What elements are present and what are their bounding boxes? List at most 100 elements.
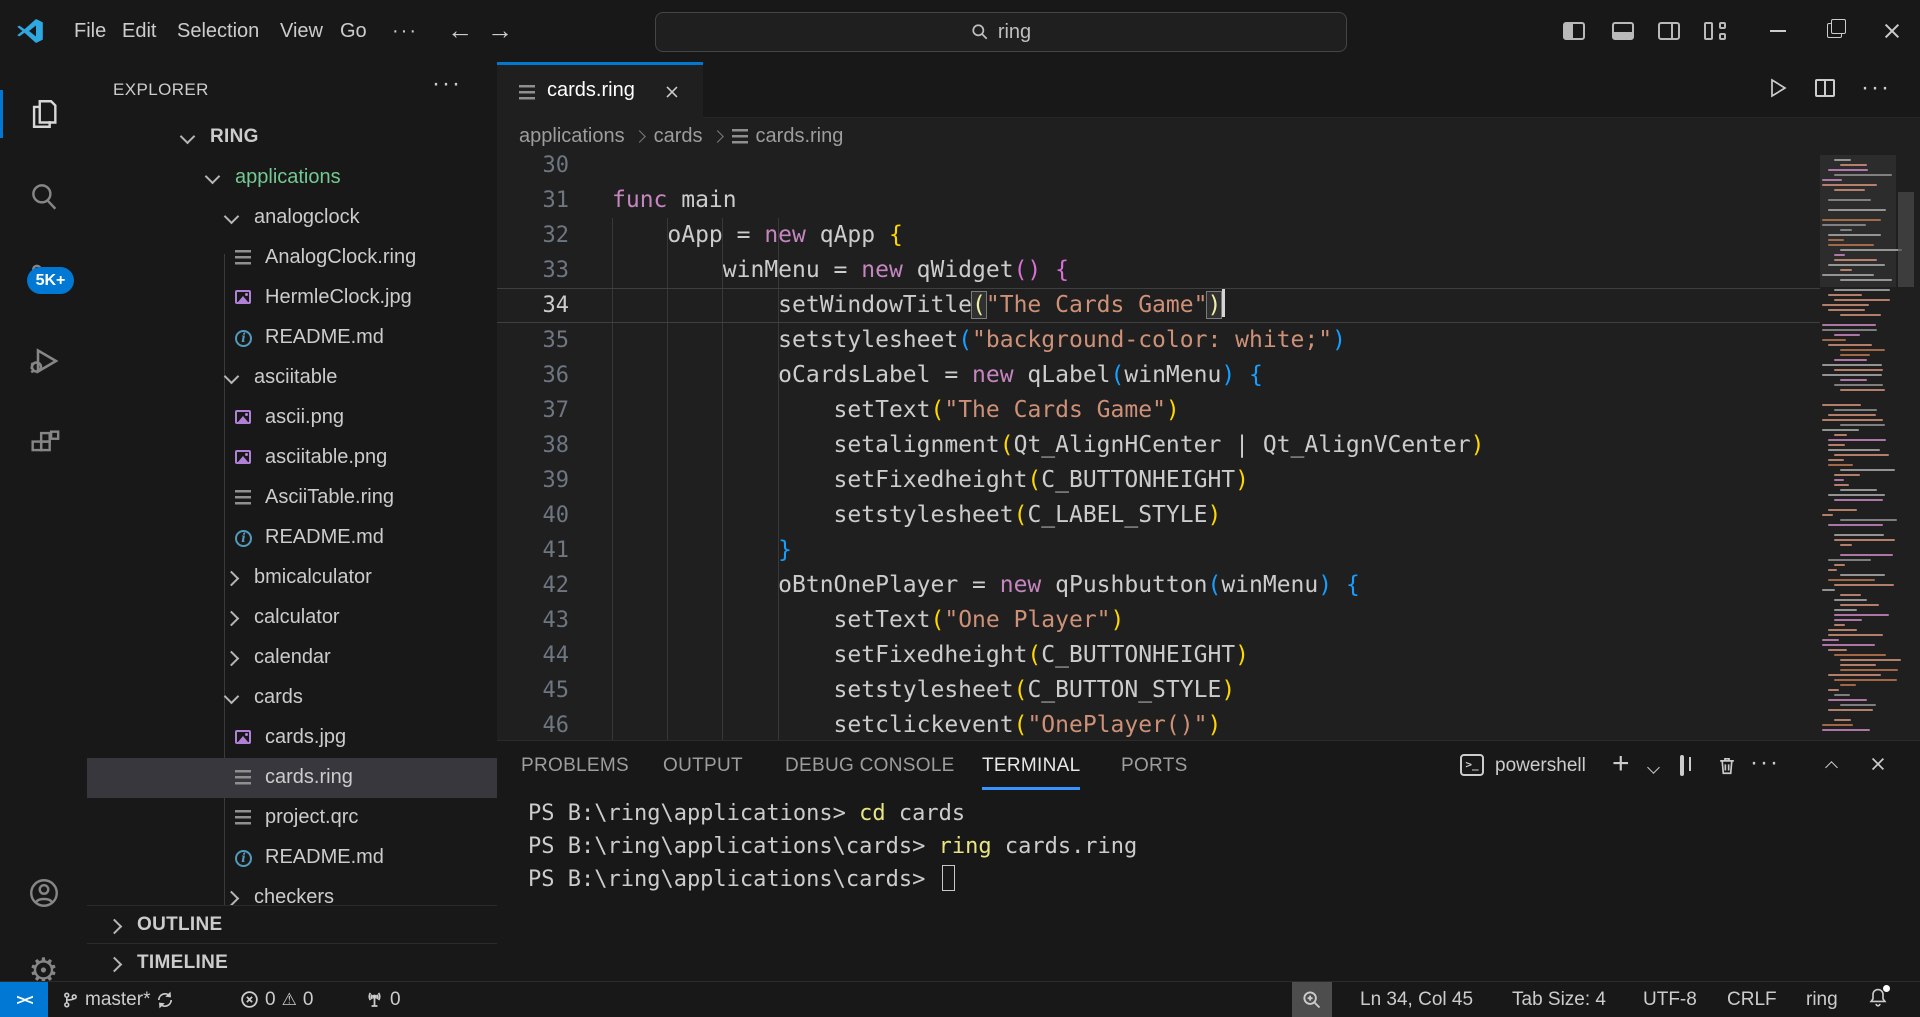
new-terminal-icon[interactable]: +	[1612, 747, 1630, 781]
eol-status[interactable]: CRLF	[1727, 982, 1777, 1017]
outline-section-header[interactable]: OUTLINE	[87, 905, 497, 944]
notifications-bell[interactable]	[1868, 982, 1888, 1017]
code-line: setFixedheight(C_BUTTONHEIGHT)	[612, 463, 1249, 498]
folder-item-calendar[interactable]: calendar	[87, 638, 497, 678]
menu-more-icon[interactable]: ···	[378, 0, 432, 62]
toggle-panel-icon[interactable]	[1612, 22, 1634, 40]
encoding-status[interactable]: UTF-8	[1643, 982, 1697, 1017]
folder-item-calculator[interactable]: calculator	[87, 598, 497, 638]
minimap-code-line	[1828, 699, 1867, 701]
panel-tab-output[interactable]: OUTPUT	[663, 755, 743, 777]
split-terminal-icon[interactable]	[1680, 755, 1684, 776]
indentation-status[interactable]: Tab Size: 4	[1512, 982, 1606, 1017]
kill-terminal-trash-icon[interactable]	[1716, 753, 1738, 777]
file-item-cards-jpg[interactable]: cards.jpg	[87, 718, 497, 758]
minimize-button[interactable]	[1750, 0, 1806, 61]
minimap-code-line	[1822, 274, 1874, 276]
file-item-asciitable-ring[interactable]: AsciiTable.ring	[87, 478, 497, 518]
explorer-more-actions-icon[interactable]: ···	[432, 70, 462, 98]
toggle-secondary-sidebar-icon[interactable]	[1658, 22, 1680, 40]
sidebar-item-search[interactable]	[0, 155, 87, 237]
file-item-hermleclock-jpg[interactable]: HermleClock.jpg	[87, 278, 497, 318]
close-panel-icon[interactable]	[1870, 756, 1885, 771]
command-center-search[interactable]: ring	[655, 12, 1347, 52]
tab-cards-ring[interactable]: cards.ring	[497, 62, 703, 118]
file-item-readme-md[interactable]: README.md	[87, 518, 497, 558]
file-item-project-qrc[interactable]: project.qrc	[87, 798, 497, 838]
active-panel-tab-underline	[982, 787, 1080, 790]
panel-more-actions-icon[interactable]: ···	[1750, 749, 1780, 777]
file-item-analogclock-ring[interactable]: AnalogClock.ring	[87, 238, 497, 278]
file-item-ascii-png[interactable]: ascii.png	[87, 398, 497, 438]
code-line: }	[612, 533, 792, 568]
line-number: 41	[497, 533, 569, 568]
file-item-readme-md[interactable]: README.md	[87, 318, 497, 358]
breadcrumb-item[interactable]: cards	[654, 125, 703, 148]
chevron-right-icon	[107, 919, 123, 935]
customize-layout-icon[interactable]	[1704, 22, 1726, 40]
run-file-icon[interactable]	[1765, 76, 1789, 100]
folder-item-ring[interactable]: RING	[87, 118, 497, 158]
minimap-code-line	[1822, 639, 1839, 641]
maximize-panel-icon[interactable]	[1825, 761, 1838, 774]
remote-indicator[interactable]: ><	[0, 982, 48, 1017]
menu-selection[interactable]: Selection	[163, 0, 273, 62]
remote-icon: ><	[16, 990, 31, 1009]
ring-file-icon	[235, 810, 251, 825]
restore-button[interactable]	[1806, 0, 1862, 61]
minimap-code-line	[1840, 544, 1852, 546]
minimap-code-line	[1828, 629, 1857, 631]
folder-item-checkers[interactable]: checkers	[87, 878, 497, 905]
tree-item-label: applications	[235, 166, 341, 189]
terminal-cursor	[942, 865, 955, 891]
nav-back-button[interactable]: ←	[447, 0, 473, 62]
git-branch-status[interactable]: master*	[62, 982, 174, 1017]
split-editor-icon[interactable]	[1815, 79, 1835, 97]
ring-file-icon	[519, 85, 535, 100]
code-editor[interactable]: 3031323334353637383940414243444546 func …	[497, 155, 1920, 740]
cursor-position-status[interactable]: Ln 34, Col 45	[1360, 982, 1473, 1017]
folder-item-bmicalculator[interactable]: bmicalculator	[87, 558, 497, 598]
sidebar-item-extensions[interactable]	[0, 402, 87, 484]
menu-edit[interactable]: Edit	[108, 0, 170, 62]
panel-tab-terminal[interactable]: TERMINAL	[982, 755, 1080, 777]
folder-item-applications[interactable]: applications	[87, 158, 497, 198]
tab-close-icon[interactable]	[665, 85, 679, 99]
shell-name[interactable]: powershell	[1495, 755, 1586, 777]
sidebar-item-explorer[interactable]	[0, 73, 87, 155]
code-token: "The Cards Game"	[944, 397, 1166, 423]
close-button[interactable]	[1864, 0, 1920, 61]
folder-item-asciitable[interactable]: asciitable	[87, 358, 497, 398]
file-item-cards-ring[interactable]: cards.ring	[87, 758, 497, 798]
terminal-dropdown-icon[interactable]	[1647, 761, 1660, 774]
problems-status[interactable]: 0 ⚠ 0	[240, 982, 313, 1017]
file-item-asciitable-png[interactable]: asciitable.png	[87, 438, 497, 478]
minimap[interactable]	[1820, 155, 1896, 740]
timeline-section-header[interactable]: TIMELINE	[87, 943, 497, 981]
terminal-line: PS B:\ring\applications\cards> ring card…	[528, 830, 1137, 863]
ports-status[interactable]: 0	[365, 982, 401, 1017]
file-item-readme-md[interactable]: README.md	[87, 838, 497, 878]
zoom-status-button[interactable]	[1292, 982, 1332, 1017]
language-mode-status[interactable]: ring	[1806, 982, 1838, 1017]
toggle-sidebar-icon[interactable]	[1563, 22, 1585, 40]
menu-go[interactable]: Go	[326, 0, 381, 62]
code-token: oApp =	[612, 222, 764, 248]
breadcrumb-item[interactable]: cards.ring	[756, 125, 844, 148]
tab-label: cards.ring	[547, 79, 635, 102]
code-token: )	[1221, 677, 1235, 703]
terminal-token: PS B:\ring\applications\cards>	[528, 867, 939, 892]
folder-item-cards[interactable]: cards	[87, 678, 497, 718]
editor-more-actions-icon[interactable]: ···	[1861, 74, 1891, 102]
nav-forward-button[interactable]: →	[487, 0, 513, 62]
sidebar-item-run-debug[interactable]	[0, 320, 87, 402]
panel-tab-debug-console[interactable]: DEBUG CONSOLE	[785, 755, 955, 777]
panel-tab-ports[interactable]: PORTS	[1121, 755, 1188, 777]
minimap-code-line	[1822, 729, 1870, 731]
breadcrumb-item[interactable]: applications	[519, 125, 625, 148]
chevron-down-icon	[224, 689, 240, 705]
panel-tab-problems[interactable]: PROBLEMS	[521, 755, 629, 777]
account-button[interactable]	[0, 852, 87, 934]
folder-item-analogclock[interactable]: analogclock	[87, 198, 497, 238]
editor-scrollbar-thumb[interactable]	[1898, 192, 1914, 287]
